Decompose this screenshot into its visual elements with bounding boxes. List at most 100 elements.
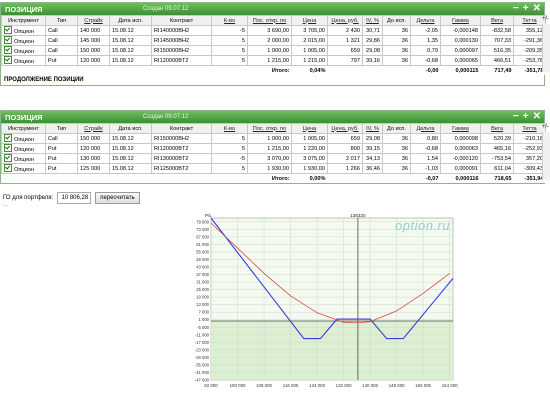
column-header[interactable]: До исп. <box>382 15 411 26</box>
column-header[interactable]: Гамма <box>440 123 481 134</box>
column-header[interactable]: IV, % <box>362 15 383 26</box>
close-icon[interactable]: ✕ <box>533 3 541 14</box>
instrument-label: Опцион <box>14 39 34 45</box>
instrument-cell[interactable]: Опцион <box>1 163 46 174</box>
panel-2-created: Создан 09.07.12 <box>143 114 189 120</box>
panel-2-table: Инструмент Тип Страйк Дата исп. Контракт К-во… <box>1 123 546 183</box>
column-header[interactable]: Тетта <box>513 123 546 134</box>
panel-1-title-bar[interactable]: ПОЗИЦИЯ Создан 09.07.12 − + ✕ <box>1 3 544 15</box>
total-vega: 718,65 <box>480 173 514 183</box>
table-cell: 3 075,00 <box>291 153 328 164</box>
table-row[interactable]: Опцион Call 150 000 15.08.12 RI150000BH2 5 1 0… <box>1 133 546 144</box>
instrument-cell[interactable]: Опцион <box>1 143 46 154</box>
column-header[interactable]: Дельта <box>410 123 441 134</box>
table-cell: Call <box>45 45 78 56</box>
table-cell: Call <box>45 35 78 46</box>
column-header[interactable]: Цена, руб. <box>327 15 363 26</box>
table-cell: 15.08.12 <box>109 143 152 154</box>
total-empty <box>211 173 248 183</box>
column-header[interactable]: Инструмент <box>1 15 46 26</box>
column-header[interactable]: Контракт <box>151 15 212 26</box>
table-cell: 145 000 <box>77 35 110 46</box>
row-checkbox[interactable] <box>4 56 12 64</box>
table-cell: -753,54 <box>480 153 514 164</box>
instrument-cell[interactable]: Опцион <box>1 25 46 36</box>
instrument-cell[interactable]: Опцион <box>1 153 46 164</box>
table-cell: 15.08.12 <box>109 25 152 36</box>
row-checkbox[interactable] <box>4 134 12 142</box>
table-cell: 355,12 <box>513 25 546 36</box>
column-header[interactable]: К-во <box>211 15 248 26</box>
column-header[interactable]: Дата исп. <box>109 15 152 26</box>
column-header[interactable]: Дата исп. <box>109 123 152 134</box>
row-checkbox[interactable] <box>4 164 12 172</box>
instrument-cell[interactable]: Опцион <box>1 55 46 66</box>
table-cell: -2,05 <box>410 25 441 36</box>
column-header[interactable]: IV, % <box>362 123 383 134</box>
close-icon[interactable]: ✕ <box>533 111 541 122</box>
table-cell: 29,08 <box>362 45 383 56</box>
column-header[interactable]: Пос. откр. по <box>247 123 292 134</box>
row-checkbox[interactable] <box>4 154 12 162</box>
column-header[interactable]: Вега <box>480 123 514 134</box>
table-row[interactable]: Опцион Call 150 000 15.08.12 RI150000BH2 5 1 0… <box>1 45 546 56</box>
column-header[interactable]: Цена <box>291 15 328 26</box>
y-tick-label: 73 000 <box>196 227 209 232</box>
column-header[interactable]: Инструмент <box>1 123 46 134</box>
column-header[interactable]: Тип <box>45 15 78 26</box>
instrument-cell[interactable]: Опцион <box>1 133 46 144</box>
minimize-icon[interactable]: − <box>513 3 519 14</box>
table-cell: 1 215,00 <box>247 143 292 154</box>
column-header[interactable]: К-во <box>211 123 248 134</box>
table-row[interactable]: Опцион Call 140 000 15.08.12 RI140000BH2 -5 3 … <box>1 25 546 36</box>
column-header[interactable]: Страйк <box>77 15 110 26</box>
add-icon[interactable]: + <box>523 111 529 122</box>
instrument-cell[interactable]: Опцион <box>1 45 46 56</box>
payoff-chart[interactable]: 79 000 73 000 67 000 61 000 55 000 49 000 43 0… <box>185 210 460 400</box>
column-header[interactable]: Пос. откр. по <box>247 15 292 26</box>
column-header[interactable]: Контракт <box>151 123 212 134</box>
column-header[interactable]: Гамма <box>440 15 481 26</box>
table-cell: 1 215,00 <box>291 55 328 66</box>
table-cell: 29,86 <box>362 35 383 46</box>
minimize-icon[interactable]: − <box>513 111 519 122</box>
table-cell: RI125000BT2 <box>151 163 212 174</box>
column-header[interactable]: Дельта <box>410 15 441 26</box>
table-cell: 36 <box>382 153 411 164</box>
column-header[interactable]: Тип <box>45 123 78 134</box>
row-checkbox[interactable] <box>4 144 12 152</box>
column-header[interactable]: Вега <box>480 15 514 26</box>
table-cell: -0,68 <box>410 143 441 154</box>
panel-2-plus-minus[interactable]: +/- <box>542 124 549 130</box>
row-checkbox[interactable] <box>4 46 12 54</box>
position-panel-2: ПОЗИЦИЯ Создан 09.07.12 − + ✕ Инструмент… <box>0 110 546 184</box>
column-header[interactable]: Цена <box>291 123 328 134</box>
table-cell: 0,000098 <box>440 133 481 144</box>
column-header[interactable]: До исп. <box>382 123 411 134</box>
column-header[interactable]: Страйк <box>77 123 110 134</box>
x-tick-label: 100 000 <box>230 383 246 388</box>
panel-1-plus-minus[interactable]: +/- <box>542 16 549 22</box>
panel-2-scrollbar[interactable] <box>542 132 550 180</box>
add-icon[interactable]: + <box>523 3 529 14</box>
recalculate-button[interactable]: пересчитать <box>95 192 140 204</box>
table-row[interactable]: Опцион Put 130 000 15.08.12 RI130000BT2 -5 3 0… <box>1 153 546 164</box>
table-cell: 5 <box>211 133 248 144</box>
y-tick-label: -35 000 <box>195 362 210 367</box>
table-cell: 125 000 <box>77 163 110 174</box>
table-cell: 1 005,00 <box>291 45 328 56</box>
panel-1-scrollbar[interactable] <box>542 24 550 72</box>
row-checkbox[interactable] <box>4 26 12 34</box>
table-row[interactable]: Опцион Put 125 000 15.08.12 RI125000BT2 5 1 93… <box>1 163 546 174</box>
instrument-cell[interactable]: Опцион <box>1 35 46 46</box>
column-header[interactable]: Цена, руб. <box>327 123 363 134</box>
table-cell: 36 <box>382 133 411 144</box>
table-row[interactable]: Опцион Put 120 000 15.08.12 RI120000BT2 5 1 21… <box>1 143 546 154</box>
table-row[interactable]: Опцион Put 120 000 15.08.12 RI120000BT2 5 1 21… <box>1 55 546 66</box>
panel-2-title-bar[interactable]: ПОЗИЦИЯ Создан 09.07.12 − + ✕ <box>1 111 544 123</box>
y-axis-label: P/L <box>205 213 212 218</box>
row-checkbox[interactable] <box>4 36 12 44</box>
table-cell: Put <box>45 55 78 66</box>
table-row[interactable]: Опцион Call 145 000 15.08.12 RI145000BH2 5 2 0… <box>1 35 546 46</box>
column-header[interactable]: Тетта <box>513 15 546 26</box>
